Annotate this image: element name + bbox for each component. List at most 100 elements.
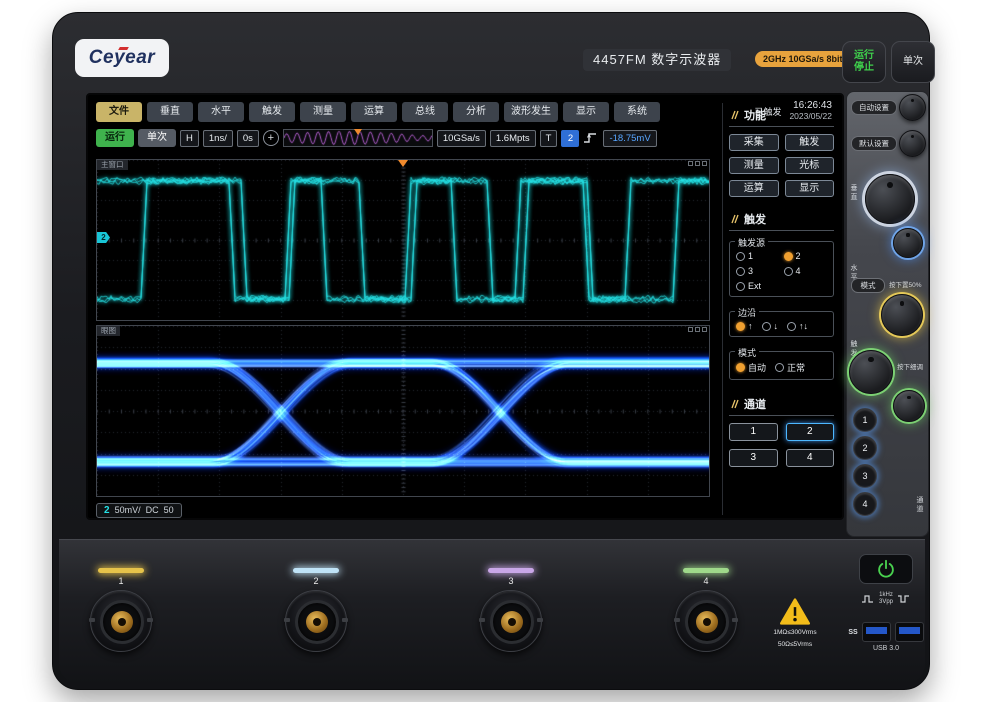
radio-label: 正常: [787, 361, 805, 374]
menu-item-system[interactable]: 系统: [614, 102, 660, 122]
edge-both[interactable]: ↑↓: [787, 321, 808, 331]
vertical-scale-knob[interactable]: [893, 228, 923, 258]
fn-display-button[interactable]: 显示: [785, 180, 835, 197]
channel-1-button[interactable]: 1: [729, 423, 778, 441]
intensity-knob[interactable]: [899, 94, 926, 121]
mode-button[interactable]: 模式: [851, 278, 885, 293]
zoom-icon[interactable]: +: [263, 130, 279, 146]
single-button[interactable]: 单次: [138, 129, 176, 147]
menu-item-trigger[interactable]: 触发: [249, 102, 295, 122]
warning-triangle-icon: [780, 598, 810, 625]
auto-setup-button[interactable]: 自动设置: [851, 100, 897, 115]
toolbar: 运行 单次 H 1ns/ 0s + 10GSa/s 1.6Mpts T 2 -1: [96, 128, 657, 148]
menu-item-analysis[interactable]: 分析: [453, 102, 499, 122]
trigger-position-marker-icon[interactable]: [398, 160, 408, 167]
hw-channel-4-button[interactable]: 4: [853, 492, 877, 516]
horizontal-position-knob[interactable]: [893, 390, 925, 422]
channel-1-bnc-connector: [90, 590, 152, 652]
menu-item-math[interactable]: 运算: [351, 102, 397, 122]
channel-number: 2: [104, 505, 110, 516]
vertical-section-label: 垂直: [848, 184, 858, 202]
menu-item-display[interactable]: 显示: [563, 102, 609, 122]
trigger-source-2[interactable]: 2: [784, 251, 828, 261]
channel-section-label: 通道: [914, 496, 924, 514]
trigger-source-badge[interactable]: 2: [561, 130, 579, 147]
rising-edge-icon: [583, 131, 599, 145]
power-button[interactable]: [859, 554, 913, 584]
model-title: 4457FM 数字示波器: [583, 49, 731, 71]
hw-channel-1-button[interactable]: 1: [853, 408, 877, 432]
fn-acquire-button[interactable]: 采集: [729, 134, 779, 151]
channel-2-button[interactable]: 2: [786, 423, 835, 441]
run-stop-button[interactable]: 运行 停止: [842, 41, 886, 83]
channel-2-bnc-connector: [285, 590, 347, 652]
channel-3-button[interactable]: 3: [729, 449, 778, 467]
mode-auto[interactable]: 自动: [736, 361, 766, 374]
usb-block: SS USB 3.0: [845, 622, 927, 652]
window-controls[interactable]: [688, 161, 707, 166]
press-fine-label: 按下细调: [897, 364, 929, 372]
edge-label: 边沿: [735, 306, 759, 319]
eye-diagram-window[interactable]: 眼图: [96, 325, 710, 497]
radio-label: ↑: [748, 321, 753, 331]
hw-channel-3-button[interactable]: 3: [853, 464, 877, 488]
fn-measure-button[interactable]: 测量: [729, 157, 779, 174]
channel-4-bnc-connector: [675, 590, 737, 652]
bnc-pin: [696, 611, 718, 633]
radio-dot-icon: [736, 322, 745, 331]
trigger-level-value[interactable]: -18.75mV: [603, 130, 656, 147]
window-controls[interactable]: [688, 327, 707, 332]
radio-label: 2: [796, 251, 801, 261]
trigger-source-ext[interactable]: Ext: [736, 281, 780, 291]
menu-item-measure[interactable]: 测量: [300, 102, 346, 122]
fn-cursor-button[interactable]: 光标: [785, 157, 835, 174]
fn-math-button[interactable]: 运算: [729, 180, 779, 197]
eye-diagram-canvas: [97, 326, 709, 496]
fn-trigger-button[interactable]: 触发: [785, 134, 835, 151]
menu-item-vertical[interactable]: 垂直: [147, 102, 193, 122]
trigger-edge-group: 边沿 ↑ ↓ ↑↓: [729, 311, 834, 337]
radio-label: 3: [748, 266, 753, 276]
channel-4-led: [683, 568, 729, 573]
spec-badge: 2GHz 10GSa/s 8bit: [755, 51, 851, 67]
menu-item-horizontal[interactable]: 水平: [198, 102, 244, 122]
timebase-value[interactable]: 1ns/: [203, 130, 233, 147]
channel-4-number: 4: [703, 576, 708, 586]
horizontal-scale-knob[interactable]: [849, 350, 893, 394]
single-hw-button[interactable]: 单次: [891, 41, 935, 83]
main-waveform-window[interactable]: 主窗口 2: [96, 159, 710, 321]
channel-impedance: 50: [164, 505, 174, 515]
menu-item-wavegen[interactable]: 波形发生: [504, 102, 558, 122]
default-setup-button[interactable]: 默认设置: [851, 136, 897, 151]
horizontal-offset[interactable]: 0s: [237, 130, 259, 147]
menu-item-file[interactable]: 文件: [96, 102, 142, 122]
trigger-label: T: [540, 130, 558, 147]
channel-1-input: 1: [81, 568, 161, 652]
run-button[interactable]: 运行: [96, 129, 134, 147]
main-waveform-canvas: [97, 160, 709, 320]
trigger-source-3[interactable]: 3: [736, 266, 780, 276]
vertical-position-knob[interactable]: [865, 174, 915, 224]
channel-1-number: 1: [118, 576, 123, 586]
mode-normal[interactable]: 正常: [775, 361, 805, 374]
probe-amp: 3Vpp: [879, 599, 893, 605]
waveform-preview[interactable]: [283, 129, 433, 147]
input-warning: 1MΩ≤300Vrms 50Ω≤5Vrms: [749, 598, 841, 649]
edge-rising[interactable]: ↑: [736, 321, 753, 331]
channel-4-button[interactable]: 4: [786, 449, 835, 467]
trigger-source-1[interactable]: 1: [736, 251, 780, 261]
touch-panel: 功能 采集 触发 测量 光标 运算 显示 触发 触发源 1: [722, 103, 838, 515]
hw-channel-2-button[interactable]: 2: [853, 436, 877, 460]
probe-comp-label: 1kHz 3Vpp: [879, 592, 893, 606]
hardware-side-panel: 自动设置 默认设置 垂直 水平 模式 按下置50% 触发 按下细调 1 2 3 …: [846, 91, 929, 537]
multipurpose-knob[interactable]: [899, 130, 926, 157]
channel-readout[interactable]: 2 50mV/ DC 50: [96, 503, 182, 518]
channel-3-number: 3: [508, 576, 513, 586]
edge-falling[interactable]: ↓: [762, 321, 779, 331]
trigger-source-4[interactable]: 4: [784, 266, 828, 276]
probe-freq: 1kHz: [879, 592, 893, 598]
trigger-level-knob[interactable]: [881, 294, 923, 336]
menu-item-bus[interactable]: 总线: [402, 102, 448, 122]
trigger-icon: [729, 214, 739, 224]
radio-label: 1: [748, 251, 753, 261]
